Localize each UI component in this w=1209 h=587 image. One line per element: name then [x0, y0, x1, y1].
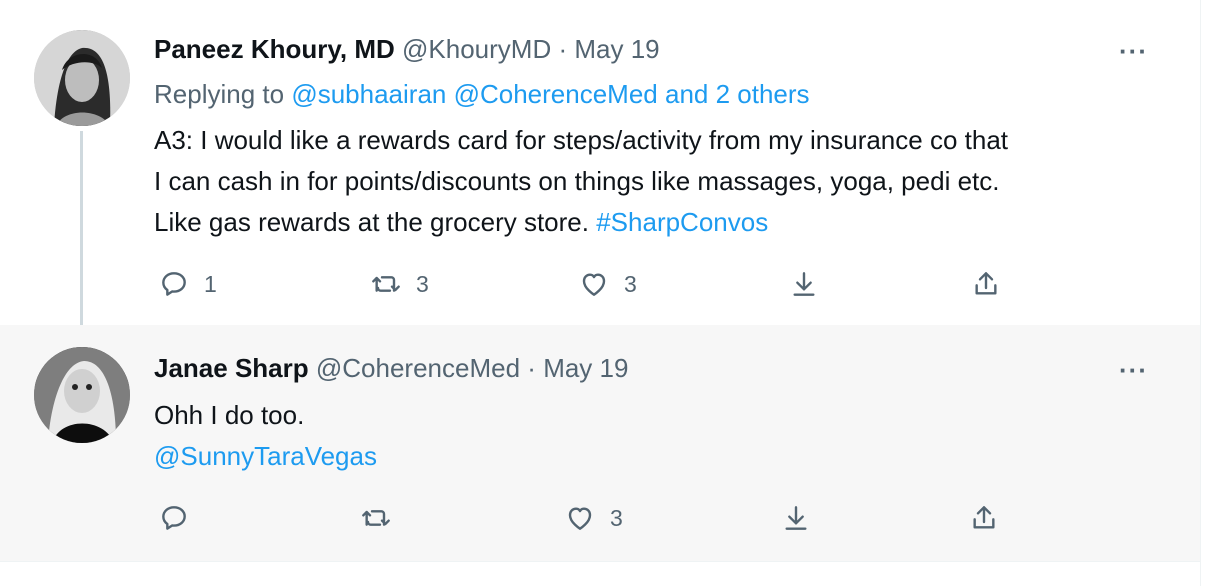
like-button[interactable]: 3 [578, 264, 637, 304]
reply-button[interactable] [158, 498, 204, 538]
retweet-button[interactable]: 3 [370, 264, 429, 304]
share-button[interactable] [970, 264, 1002, 304]
tweet-date[interactable]: May 19 [574, 34, 659, 64]
more-options-button[interactable]: ··· [1119, 355, 1148, 386]
download-icon [793, 272, 815, 296]
tweet-header: Paneez Khoury, MD @KhouryMD · May 19 [154, 33, 660, 65]
retweet-button[interactable] [360, 498, 406, 538]
tweet-text-line: A3: I would like a rewards card for step… [154, 125, 1009, 155]
mention-link[interactable]: @SunnyTaraVegas [154, 436, 1174, 477]
avatar-image [34, 30, 130, 126]
replying-users-link[interactable]: @subhaairan @CoherenceMed [291, 79, 657, 109]
author-handle[interactable]: @CoherenceMed [316, 353, 520, 383]
more-options-button[interactable]: ··· [1119, 36, 1148, 67]
download-icon [785, 506, 807, 530]
separator: · [527, 353, 536, 383]
save-button[interactable] [788, 264, 820, 304]
thread-connector [80, 131, 83, 337]
share-button[interactable] [968, 498, 1000, 538]
share-icon [975, 272, 997, 295]
heart-icon [582, 273, 606, 296]
author-handle[interactable]: @KhouryMD [402, 34, 551, 64]
tweet-text: A3: I would like a rewards card for step… [154, 120, 1174, 243]
replying-to: Replying to @subhaairan @CoherenceMed an… [154, 78, 810, 110]
reply-button[interactable]: 1 [158, 264, 217, 304]
heart-icon [568, 507, 592, 530]
tweet-text-fragment: Like gas rewards at the grocery store. [154, 207, 589, 237]
tweet-coherenceMed[interactable]: Janae Sharp @CoherenceMed · May 19 ··· O… [0, 325, 1200, 561]
like-count: 3 [624, 270, 637, 297]
tweet-text: Ohh I do too. @SunnyTaraVegas [154, 395, 1174, 477]
avatar-image [34, 347, 130, 443]
retweet-icon [372, 276, 400, 292]
hashtag-link[interactable]: #SharpConvos [596, 207, 768, 237]
tweet-khouryMD[interactable]: Paneez Khoury, MD @KhouryMD · May 19 ···… [0, 0, 1200, 337]
tweet-text-line: Ohh I do too. [154, 400, 305, 430]
reply-icon [162, 272, 186, 296]
tweet-text-line: Like gas rewards at the grocery store. #… [154, 202, 1174, 243]
separator: · [558, 34, 568, 64]
tweet-text-line: I can cash in for points/discounts on th… [154, 166, 1000, 196]
avatar[interactable] [34, 30, 130, 126]
reply-count: 1 [204, 270, 217, 297]
tweet-actions: 1 3 3 [0, 264, 1200, 304]
like-button[interactable]: 3 [564, 498, 623, 538]
tweet-actions: 3 [0, 498, 1200, 538]
share-icon [973, 506, 995, 529]
author-name[interactable]: Paneez Khoury, MD [154, 34, 395, 64]
like-count: 3 [610, 504, 623, 531]
save-button[interactable] [780, 498, 812, 538]
next-tweet-edge [0, 561, 1200, 587]
replying-others-link[interactable]: and 2 others [665, 79, 810, 109]
tweet-header: Janae Sharp @CoherenceMed · May 19 [154, 352, 628, 384]
retweet-count: 3 [416, 270, 429, 297]
tweet-date[interactable]: May 19 [543, 353, 628, 383]
reply-icon [162, 506, 186, 530]
replying-prefix: Replying to [154, 79, 285, 109]
avatar[interactable] [34, 347, 130, 443]
retweet-icon [362, 510, 390, 526]
author-name[interactable]: Janae Sharp [154, 353, 309, 383]
timeline: Paneez Khoury, MD @KhouryMD · May 19 ···… [0, 0, 1201, 587]
